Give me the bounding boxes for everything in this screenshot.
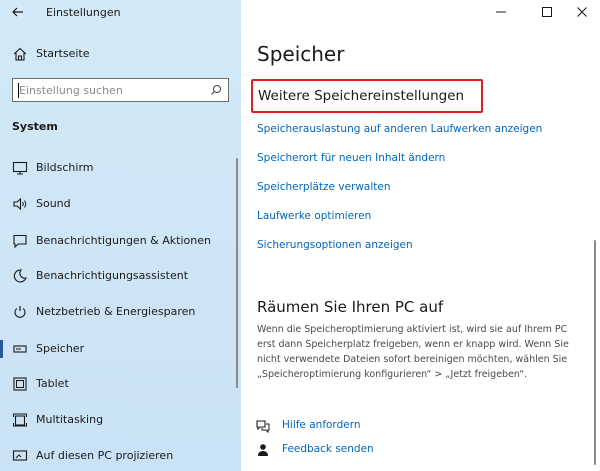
multitasking-icon (13, 413, 27, 427)
sidebar-scrollbar[interactable] (236, 158, 238, 388)
section-title-cleanup: Räumen Sie Ihren PC auf (257, 298, 444, 316)
notification-icon (13, 234, 27, 249)
cleanup-description: Wenn die Speicheroptimierung aktiviert i… (257, 324, 569, 380)
sidebar-item-label: Netzbetrieb & Energiesparen (36, 305, 196, 318)
sidebar-item-multitasking[interactable]: Multitasking (0, 407, 236, 433)
minimize-icon[interactable] (491, 4, 511, 20)
power-icon (14, 306, 26, 318)
search-icon[interactable] (210, 84, 222, 96)
sidebar-item-tablet[interactable]: Tablet (0, 371, 236, 397)
send-feedback-label: Feedback senden (282, 443, 374, 455)
sidebar-item-bildschirm[interactable]: Bildschirm (0, 155, 236, 181)
send-feedback-link[interactable]: Feedback senden (255, 441, 455, 459)
sidebar-item-power[interactable]: Netzbetrieb & Energiesparen (0, 299, 236, 325)
projector-icon (12, 450, 28, 461)
link-change-save-location[interactable]: Speicherort für neuen Inhalt ändern (257, 152, 445, 164)
sidebar: Einstellungen Startseite System Bildschi… (0, 0, 241, 471)
sidebar-item-label: Benachrichtigungen & Aktionen (36, 234, 211, 247)
link-manage-storage-spaces[interactable]: Speicherplätze verwalten (257, 181, 391, 193)
sidebar-item-projecting[interactable]: Auf diesen PC projizieren (0, 443, 236, 469)
link-backup-options[interactable]: Sicherungsoptionen anzeigen (257, 239, 413, 251)
page-title: Speicher (257, 42, 345, 66)
speaker-icon (13, 197, 27, 211)
sidebar-item-sound[interactable]: Sound (0, 191, 236, 217)
sidebar-item-focus-assist[interactable]: Benachrichtigungsassistent (0, 263, 236, 289)
maximize-icon[interactable] (537, 4, 557, 20)
back-arrow-icon[interactable] (10, 4, 26, 20)
link-storage-other-drives[interactable]: Speicherauslastung auf anderen Laufwerke… (257, 123, 542, 135)
sidebar-item-label: Tablet (36, 377, 69, 390)
search-input[interactable] (19, 82, 199, 98)
active-indicator (0, 340, 3, 358)
tablet-icon (13, 377, 27, 391)
storage-icon (13, 345, 27, 353)
sidebar-item-label: Multitasking (36, 413, 104, 426)
link-optimize-drives[interactable]: Laufwerke optimieren (257, 210, 371, 222)
get-help-link[interactable]: Hilfe anfordern (255, 417, 455, 435)
get-help-label: Hilfe anfordern (282, 419, 361, 431)
main-scrollbar[interactable] (594, 240, 596, 465)
section-label: System (12, 120, 58, 133)
sidebar-item-label: Bildschirm (36, 161, 94, 174)
sidebar-item-storage[interactable]: Speicher (0, 336, 236, 362)
sidebar-item-home[interactable]: Startseite (0, 40, 241, 68)
app-title: Einstellungen (46, 6, 121, 19)
search-box[interactable] (12, 78, 229, 102)
main-panel: Speicher Weitere Speichereinstellungen S… (241, 0, 600, 471)
monitor-icon (12, 161, 28, 175)
home-icon (13, 47, 27, 61)
sidebar-item-label: Startseite (36, 47, 90, 60)
section-title-more-storage: Weitere Speichereinstellungen (258, 88, 465, 104)
sidebar-item-label: Speicher (36, 342, 85, 355)
sidebar-item-notifications[interactable]: Benachrichtigungen & Aktionen (0, 228, 236, 254)
moon-icon (13, 269, 27, 283)
close-icon[interactable] (572, 4, 592, 20)
feedback-icon (258, 444, 268, 456)
sidebar-item-label: Sound (36, 197, 71, 210)
help-chat-icon (256, 420, 270, 434)
sidebar-item-label: Benachrichtigungsassistent (36, 269, 189, 282)
sidebar-item-label: Auf diesen PC projizieren (36, 449, 174, 462)
